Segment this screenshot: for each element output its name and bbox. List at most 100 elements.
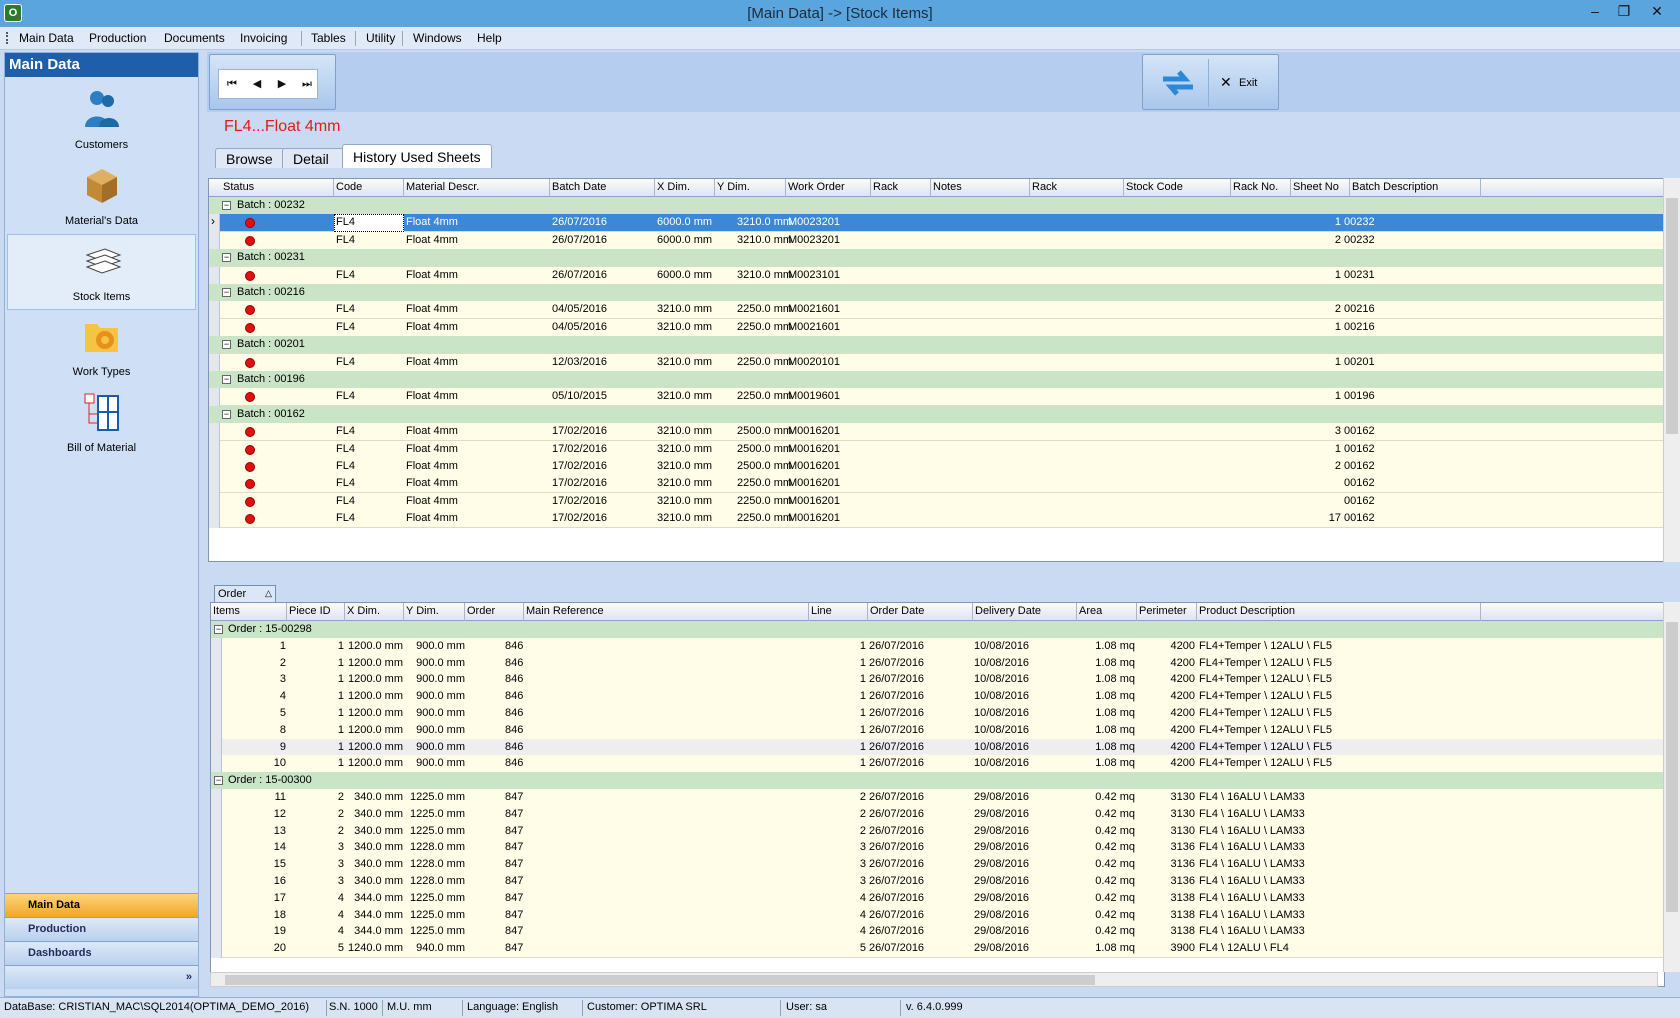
grid1-scrollbar[interactable] [1663, 178, 1680, 562]
column-header[interactable]: Product Description [1197, 603, 1481, 621]
column-header[interactable]: Stock Code [1124, 179, 1231, 197]
sidebar-tab-main-data[interactable]: Main Data [5, 893, 198, 917]
collapse-icon[interactable]: − [222, 253, 231, 263]
table-row[interactable]: › FL4 Float 4mm 26/07/2016 6000.0 mm 3210.0 m… [209, 214, 1672, 233]
column-header[interactable]: Items [211, 603, 287, 621]
column-header[interactable]: Perimeter [1137, 603, 1197, 621]
group-row[interactable]: − Batch : 00162 [209, 405, 1672, 424]
table-row[interactable]: 18 4 344.0 mm 1225.0 mm 847 4 26/07/2016 29/08/… [211, 906, 1664, 925]
column-header[interactable]: Sheet No [1291, 179, 1350, 197]
close-icon[interactable]: ✕ [1645, 2, 1669, 20]
table-row[interactable]: 2 1 1200.0 mm 900.0 mm 846 1 26/07/2016 10/08/2… [211, 654, 1664, 673]
column-header[interactable]: Rack [871, 179, 931, 197]
menu-main-data[interactable]: Main Data [19, 31, 74, 45]
column-header[interactable]: Line [809, 603, 868, 621]
table-row[interactable]: FL4 Float 4mm 12/03/2016 3210.0 mm 2250.0 mm… [209, 353, 1672, 372]
column-header[interactable]: Work Order [786, 179, 871, 197]
column-header[interactable]: Material Descr. [404, 179, 550, 197]
group-row[interactable]: − Order : 15-00298 [211, 621, 1664, 639]
table-row[interactable]: 11 2 340.0 mm 1225.0 mm 847 2 26/07/2016 29/08/… [211, 789, 1664, 807]
menu-utility[interactable]: Utility [366, 31, 395, 45]
last-record-icon[interactable]: ⏭ [297, 75, 317, 93]
table-row[interactable]: 5 1 1200.0 mm 900.0 mm 846 1 26/07/2016 10/08/2… [211, 705, 1664, 723]
column-header[interactable]: Batch Date [550, 179, 655, 197]
table-row[interactable]: 16 3 340.0 mm 1228.0 mm 847 3 26/07/2016 29/08/… [211, 873, 1664, 891]
table-row[interactable]: FL4 Float 4mm 26/07/2016 6000.0 mm 3210.0 mm… [209, 231, 1672, 250]
group-row[interactable]: − Order : 15-00300 [211, 772, 1664, 791]
table-row[interactable]: 19 4 344.0 mm 1225.0 mm 847 4 26/07/2016 29/08/… [211, 923, 1664, 942]
table-row[interactable]: 8 1 1200.0 mm 900.0 mm 846 1 26/07/2016 10/08/2… [211, 721, 1664, 740]
table-row[interactable]: FL4 Float 4mm 17/02/2016 3210.0 mm 2250.0 mm… [209, 475, 1672, 494]
first-record-icon[interactable]: ⏮ [222, 75, 242, 93]
table-row[interactable]: 9 1 1200.0 mm 900.0 mm 846 1 26/07/2016 10/08/2… [211, 738, 1664, 757]
sidebar-item-work-types[interactable]: Work Types [7, 310, 196, 386]
tab-history-used-sheets[interactable]: History Used Sheets [342, 144, 492, 168]
table-row[interactable]: 10 1 1200.0 mm 900.0 mm 846 1 26/07/2016 10/08/… [211, 755, 1664, 774]
minimize-icon[interactable]: – [1583, 2, 1607, 20]
column-header[interactable]: Code [334, 179, 404, 197]
column-header[interactable]: Y Dim. [715, 179, 786, 197]
sidebar-item-bill-of-material[interactable]: Bill of Material [7, 386, 196, 462]
sidebar-tab-production[interactable]: Production [5, 917, 198, 941]
table-row[interactable]: FL4 Float 4mm 17/02/2016 3210.0 mm 2500.0 mm… [209, 423, 1672, 442]
group-by-order-chip[interactable]: Order △ [214, 585, 276, 603]
table-row[interactable]: FL4 Float 4mm 04/05/2016 3210.0 mm 2250.0 mm… [209, 318, 1672, 337]
table-row[interactable]: FL4 Float 4mm 05/10/2015 3210.0 mm 2250.0 mm… [209, 388, 1672, 407]
group-row[interactable]: − Batch : 00196 [209, 371, 1672, 389]
table-row[interactable]: FL4 Float 4mm 26/07/2016 6000.0 mm 3210.0 mm… [209, 266, 1672, 285]
prev-record-icon[interactable]: ◀ [247, 75, 267, 93]
tab-detail[interactable]: Detail [282, 148, 346, 168]
collapse-icon[interactable]: − [222, 375, 231, 384]
column-header[interactable]: Status [221, 179, 334, 197]
grid2-hscrollbar[interactable] [210, 972, 1658, 987]
menu-production[interactable]: Production [89, 31, 146, 45]
sidebar-item-stock-items[interactable]: Stock Items [7, 234, 196, 310]
grid2-scrollbar[interactable] [1663, 602, 1680, 972]
column-header[interactable]: Batch Description [1350, 179, 1481, 197]
sidebar-expand-button[interactable]: » [5, 965, 198, 989]
column-header[interactable]: Rack [1030, 179, 1124, 197]
collapse-icon[interactable]: − [222, 288, 231, 297]
next-record-icon[interactable]: ▶ [272, 75, 292, 93]
table-row[interactable]: FL4 Float 4mm 17/02/2016 3210.0 mm 2250.0 mm… [209, 492, 1672, 511]
exit-icon[interactable]: ✕ [1220, 74, 1232, 91]
table-row[interactable]: 14 3 340.0 mm 1228.0 mm 847 3 26/07/2016 29/08/… [211, 839, 1664, 858]
collapse-icon[interactable]: − [222, 201, 231, 210]
column-header[interactable]: X Dim. [345, 603, 404, 621]
exit-button[interactable]: Exit [1239, 77, 1257, 89]
sidebar-tab-dashboards[interactable]: Dashboards [5, 941, 198, 965]
column-header[interactable]: X Dim. [655, 179, 715, 197]
table-row[interactable]: 20 5 1240.0 mm 940.0 mm 847 5 26/07/2016 29/08/… [211, 940, 1664, 959]
group-row[interactable]: − Batch : 00231 [209, 249, 1672, 268]
table-row[interactable]: 12 2 340.0 mm 1225.0 mm 847 2 26/07/2016 29/08/… [211, 805, 1664, 824]
collapse-icon[interactable]: − [214, 776, 223, 786]
table-row[interactable]: FL4 Float 4mm 17/02/2016 3210.0 mm 2250.0 mm… [209, 510, 1672, 529]
column-header[interactable]: Main Reference [524, 603, 809, 621]
column-header[interactable]: Order Date [868, 603, 973, 621]
column-header[interactable]: Area [1077, 603, 1137, 621]
menu-help[interactable]: Help [477, 31, 502, 45]
menu-tables[interactable]: Tables [311, 31, 346, 45]
table-row[interactable]: 4 1 1200.0 mm 900.0 mm 846 1 26/07/2016 10/08/2… [211, 688, 1664, 707]
refresh-icon[interactable] [1159, 67, 1197, 99]
tab-browse[interactable]: Browse [215, 148, 285, 168]
column-header[interactable]: Notes [931, 179, 1030, 197]
table-row[interactable]: 15 3 340.0 mm 1228.0 mm 847 3 26/07/2016 29/08/… [211, 856, 1664, 875]
column-header[interactable]: Delivery Date [973, 603, 1077, 621]
column-header[interactable]: Piece ID [287, 603, 345, 621]
column-header[interactable]: Rack No. [1231, 179, 1291, 197]
table-row[interactable]: 1 1 1200.0 mm 900.0 mm 846 1 26/07/2016 10/08/2… [211, 637, 1664, 656]
table-row[interactable]: 13 2 340.0 mm 1225.0 mm 847 2 26/07/2016 29/08/… [211, 822, 1664, 841]
group-row[interactable]: − Batch : 00201 [209, 336, 1672, 355]
menu-windows[interactable]: Windows [413, 31, 462, 45]
table-row[interactable]: 3 1 1200.0 mm 900.0 mm 846 1 26/07/2016 10/08/2… [211, 671, 1664, 690]
sidebar-item-materials-data[interactable]: Material's Data [7, 159, 196, 235]
table-row[interactable]: FL4 Float 4mm 17/02/2016 3210.0 mm 2500.0 mm… [209, 458, 1672, 476]
collapse-icon[interactable]: − [222, 409, 231, 419]
column-header[interactable]: Order [465, 603, 524, 621]
table-row[interactable]: 17 4 344.0 mm 1225.0 mm 847 4 26/07/2016 29/08/… [211, 889, 1664, 908]
group-row[interactable]: − Batch : 00232 [209, 197, 1672, 215]
table-row[interactable]: FL4 Float 4mm 04/05/2016 3210.0 mm 2250.0 mm… [209, 301, 1672, 320]
sidebar-item-customers[interactable]: Customers [7, 83, 196, 159]
restore-icon[interactable]: ❐ [1612, 2, 1636, 20]
